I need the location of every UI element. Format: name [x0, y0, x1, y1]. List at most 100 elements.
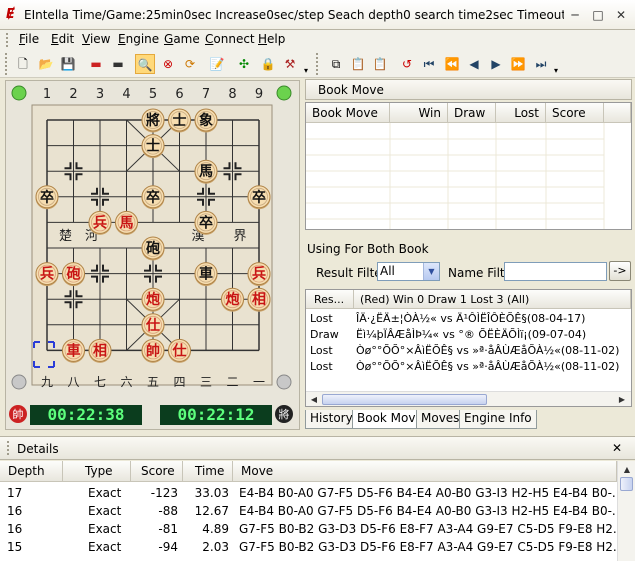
black-piece[interactable]: 象: [194, 108, 218, 133]
open-icon[interactable]: 📂: [36, 54, 56, 74]
toolbar-overflow-icon[interactable]: ▾: [304, 66, 308, 75]
horizontal-scrollbar[interactable]: ◀ ▶: [306, 391, 631, 406]
save-icon[interactable]: 💾: [58, 54, 78, 74]
red-piece[interactable]: 相: [247, 287, 271, 312]
red-piece[interactable]: 砲: [62, 262, 85, 287]
minimize-button[interactable]: ─: [567, 7, 583, 23]
col-game-summary[interactable]: (Red) Win 0 Draw 1 Lost 3 (All): [354, 290, 631, 309]
black-piece[interactable]: 將: [141, 108, 165, 133]
next-fast-icon[interactable]: ⏩: [508, 54, 528, 74]
engine-icon[interactable]: ✣: [234, 54, 254, 74]
hammer-icon[interactable]: ⚒: [280, 54, 300, 74]
paste-board-icon[interactable]: 📋: [370, 54, 390, 74]
menu-help[interactable]: Help: [258, 32, 285, 48]
book-move-table[interactable]: Book Move Win Draw Lost Score: [305, 102, 632, 230]
detail-row[interactable]: 15 Exact -94 2.03 G7-F5 B0-B2 G3-D3 D5-F6 E8…: [0, 538, 617, 556]
game-row[interactable]: Lost Òø°°ÕÕ°×ÂìËÕÊ§ vs »ª·åÂÙÆåÕÀ½«(08-11…: [306, 343, 626, 359]
refresh-icon[interactable]: ⟳: [180, 54, 200, 74]
result-filter-select[interactable]: All ▼: [377, 262, 440, 281]
prev-fast-icon[interactable]: ⏪: [442, 54, 462, 74]
col-score-depth[interactable]: Score: [131, 461, 183, 482]
col-draw[interactable]: Draw: [448, 103, 496, 123]
red-piece[interactable]: 炮: [141, 287, 165, 312]
details-grip[interactable]: [7, 441, 10, 455]
xiangqi-board[interactable]: 1 2 3 4 5 6 7 8 9九八七六五四三二一楚河漢界 將士象士馬卒卒卒卒砲車兵 馬兵砲兵炮…: [5, 80, 300, 430]
menu-grip[interactable]: [6, 33, 9, 47]
black-piece[interactable]: 卒: [247, 185, 271, 210]
close-button[interactable]: ✕: [613, 7, 629, 23]
red-piece[interactable]: 車: [62, 338, 85, 363]
black-piece[interactable]: 士: [141, 134, 165, 159]
col-result[interactable]: Res...: [306, 290, 354, 309]
detail-row[interactable]: 16 Exact -81 4.89 G7-F5 B0-B2 G3-D3 D5-F6 E8…: [0, 520, 617, 538]
detail-row[interactable]: 16 Exact -88 12.67 E4-B4 B0-A0 G7-F5 D5-F6 B…: [0, 502, 617, 520]
last-icon[interactable]: ⏭: [531, 54, 551, 74]
red-piece[interactable]: 兵: [88, 210, 112, 235]
red-piece[interactable]: 仕: [168, 338, 191, 363]
red-piece[interactable]: 相: [88, 338, 112, 363]
black-piece[interactable]: 馬: [194, 159, 218, 184]
details-table[interactable]: Depth Type Score Time Move 17 Exact -123 33…: [0, 461, 617, 561]
book-games-table[interactable]: Res... (Red) Win 0 Draw 1 Lost 3 (All) L…: [305, 289, 632, 407]
scroll-right-icon[interactable]: ▶: [615, 393, 629, 406]
col-lost[interactable]: Lost: [496, 103, 546, 123]
new-icon[interactable]: 🗋: [13, 54, 33, 74]
vertical-scrollbar[interactable]: ▲: [617, 461, 635, 561]
menu-game[interactable]: Game: [164, 32, 200, 48]
lock-icon[interactable]: 🔒: [258, 54, 278, 74]
scroll-left-icon[interactable]: ◀: [307, 393, 321, 406]
search-icon[interactable]: 🔍: [135, 54, 155, 74]
board-black-icon[interactable]: ▬: [108, 54, 128, 74]
menu-engine[interactable]: Engine: [118, 32, 159, 48]
tab-moves[interactable]: Moves: [416, 410, 465, 429]
detail-row[interactable]: 17 Exact -123 33.03 E4-B4 B0-A0 G7-F5 D5-F6 …: [0, 484, 617, 502]
black-piece[interactable]: 卒: [35, 185, 59, 210]
col-move[interactable]: Move: [233, 461, 617, 482]
col-depth[interactable]: Depth: [0, 461, 63, 482]
red-piece[interactable]: 兵: [35, 262, 59, 287]
menu-view[interactable]: View: [82, 32, 110, 48]
toolbar-grip-2[interactable]: [316, 53, 319, 75]
red-piece[interactable]: 帥: [141, 338, 165, 363]
black-piece[interactable]: 卒: [141, 185, 165, 210]
edit-icon[interactable]: 📝: [207, 54, 227, 74]
black-piece[interactable]: 卒: [194, 210, 218, 235]
menu-file[interactable]: File: [19, 32, 39, 48]
black-piece[interactable]: 砲: [141, 236, 165, 261]
details-close-button[interactable]: ✕: [612, 441, 622, 455]
black-piece[interactable]: 士: [168, 108, 191, 133]
undo-icon[interactable]: ↺: [397, 54, 417, 74]
next-icon[interactable]: ▶: [486, 54, 506, 74]
red-piece[interactable]: 仕: [141, 313, 165, 338]
game-row[interactable]: Lost Òø°°ÕÕ°×ÂìËÕÊ§ vs »ª·åÂÙÆåÕÀ½«(08-11…: [306, 359, 626, 375]
toolbar-overflow-icon-2[interactable]: ▾: [554, 66, 558, 75]
col-score[interactable]: Score: [546, 103, 604, 123]
black-piece[interactable]: 車: [194, 262, 218, 287]
red-piece[interactable]: 兵: [247, 262, 271, 287]
stop-icon[interactable]: ⊗: [158, 54, 178, 74]
menu-edit[interactable]: Edit: [51, 32, 74, 48]
tab-history[interactable]: History: [305, 410, 358, 429]
toolbar-grip[interactable]: [5, 53, 8, 75]
menu-connect[interactable]: Connect: [205, 32, 255, 48]
red-piece[interactable]: 馬: [115, 210, 138, 235]
col-time[interactable]: Time: [183, 461, 233, 482]
col-type[interactable]: Type: [63, 461, 131, 482]
paste-icon[interactable]: 📋: [348, 54, 368, 74]
scroll-thumb[interactable]: [322, 394, 487, 405]
board-red-icon[interactable]: ▬: [86, 54, 106, 74]
red-piece[interactable]: 炮: [221, 287, 244, 312]
prev-icon[interactable]: ◀: [464, 54, 484, 74]
first-icon[interactable]: ⏮: [419, 54, 439, 74]
chevron-down-icon[interactable]: ▼: [423, 263, 439, 280]
apply-filter-button[interactable]: ->: [609, 261, 631, 281]
col-book-move[interactable]: Book Move: [306, 103, 390, 123]
scroll-up-icon[interactable]: ▲: [620, 463, 634, 476]
game-row[interactable]: Lost ÎÄ·¿ËÄ±¦ÒÀ½« vs Ä¹ÔÌËÎÔÈÕÊ§(08-04-17…: [306, 311, 626, 327]
col-win[interactable]: Win: [390, 103, 448, 123]
name-filter-input[interactable]: [504, 262, 607, 281]
copy-icon[interactable]: ⧉: [326, 54, 346, 74]
maximize-button[interactable]: □: [590, 7, 606, 23]
tab-engine-info[interactable]: Engine Info: [459, 410, 537, 429]
scroll-thumb[interactable]: [620, 477, 633, 491]
